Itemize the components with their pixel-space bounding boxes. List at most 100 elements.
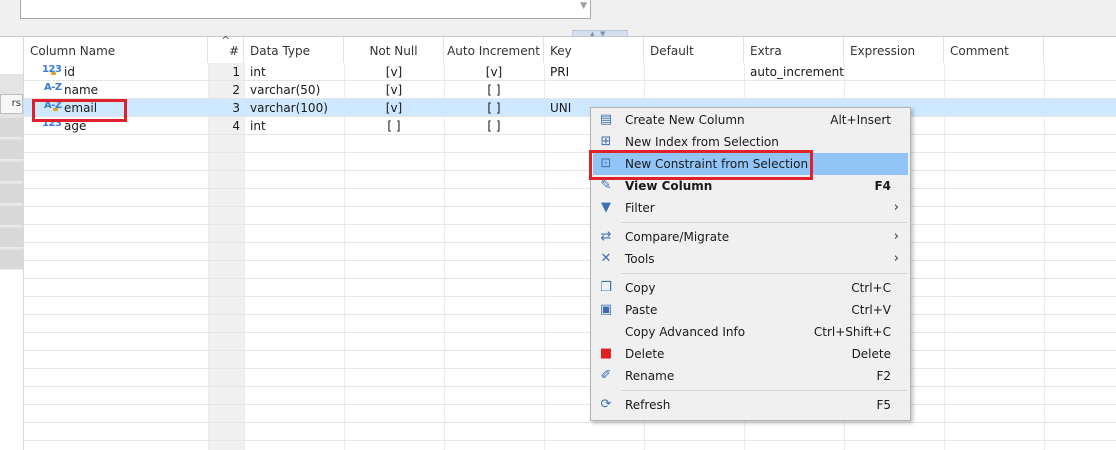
auto-increment-checkbox[interactable]: [ ] <box>444 99 544 117</box>
side-tab[interactable] <box>0 162 23 182</box>
table-row[interactable]: 123 age 4 int [ ] [ ] <box>24 117 1116 135</box>
menu-item-label: Paste <box>625 303 658 317</box>
header-column-name[interactable]: Column Name <box>24 37 208 63</box>
not-null-checkbox[interactable]: [ ] <box>344 117 444 135</box>
side-tab[interactable] <box>0 140 23 160</box>
side-tab-strip: rs <box>0 74 23 270</box>
column-name[interactable]: id <box>64 63 204 81</box>
key[interactable]: PRI <box>550 63 644 81</box>
menu-item-create-new-column[interactable]: ▤ Create New Column Alt+Insert <box>593 109 908 131</box>
menu-item-new-constraint[interactable]: ⊡ New Constraint from Selection <box>593 153 908 175</box>
header-extra[interactable]: Extra <box>744 37 844 63</box>
menu-item-label: Tools <box>625 252 655 266</box>
row-number: 2 <box>232 83 240 97</box>
empty-row <box>24 387 1116 405</box>
menu-item-label: Refresh <box>625 398 671 412</box>
side-tab[interactable] <box>0 118 23 138</box>
menu-item-shortcut: F5 <box>876 398 891 412</box>
header-data-type[interactable]: Data Type <box>244 37 344 63</box>
data-type[interactable]: int <box>250 117 344 135</box>
menu-item-new-index[interactable]: ⊞ New Index from Selection <box>593 131 908 153</box>
menu-item-label: Delete <box>625 347 665 361</box>
menu-item-compare-migrate[interactable]: ⇄ Compare/Migrate › <box>593 226 908 248</box>
index-icon: ⊞ <box>600 134 612 149</box>
side-tab-columns[interactable]: rs <box>0 94 23 114</box>
filter-icon: ▼ <box>601 200 611 215</box>
not-null-checkbox[interactable]: [v] <box>344 99 444 117</box>
menu-item-label: New Index from Selection <box>625 135 779 149</box>
context-menu: ▤ Create New Column Alt+Insert ⊞ New Ind… <box>590 107 911 421</box>
submenu-arrow-icon: › <box>893 251 899 266</box>
extra[interactable]: auto_increment <box>750 63 844 81</box>
menu-item-shortcut: F2 <box>876 369 891 383</box>
empty-row <box>24 369 1116 387</box>
side-tab-label: rs <box>11 98 21 109</box>
numeric-key-icon: 123 <box>42 64 62 75</box>
key[interactable] <box>550 81 644 99</box>
menu-separator <box>621 222 907 223</box>
menu-item-label: Filter <box>625 201 655 215</box>
side-tab[interactable] <box>0 206 23 226</box>
grid-header: Column Name # ^ Data Type Not Null Auto … <box>24 34 1116 63</box>
empty-row <box>24 153 1116 171</box>
description-textarea[interactable]: ▼ <box>20 0 591 19</box>
auto-increment-checkbox[interactable]: [ ] <box>444 81 544 99</box>
header-auto-increment[interactable]: Auto Increment <box>444 37 544 63</box>
menu-separator <box>621 390 907 391</box>
table-row-selected[interactable]: A-Z email 3 varchar(100) [v] [ ] UNI <box>24 99 1116 117</box>
column-name[interactable]: email <box>64 99 204 117</box>
menu-item-delete[interactable]: ■ Delete Delete <box>593 343 908 365</box>
menu-item-shortcut: Ctrl+V <box>851 303 891 317</box>
empty-row <box>24 333 1116 351</box>
header-key[interactable]: Key <box>544 37 644 63</box>
auto-increment-checkbox[interactable]: [ ] <box>444 117 544 135</box>
menu-item-paste[interactable]: ▣ Paste Ctrl+V <box>593 299 908 321</box>
top-panel: ▼ ▲▼ <box>0 0 1116 39</box>
empty-row <box>24 297 1116 315</box>
menu-item-tools[interactable]: ✕ Tools › <box>593 248 908 270</box>
menu-item-filter[interactable]: ▼ Filter › <box>593 197 908 219</box>
rename-icon: ✐ <box>600 368 612 383</box>
side-tab[interactable] <box>0 228 23 248</box>
menu-item-label: View Column <box>625 179 713 193</box>
menu-item-rename[interactable]: ✐ Rename F2 <box>593 365 908 387</box>
scroll-down-arrow-icon[interactable]: ▼ <box>580 1 587 11</box>
auto-increment-checkbox[interactable]: [v] <box>444 63 544 81</box>
refresh-icon: ⟳ <box>600 397 612 412</box>
default[interactable] <box>650 63 744 81</box>
header-comment[interactable]: Comment <box>944 37 1044 63</box>
menu-item-shortcut: Ctrl+C <box>851 281 891 295</box>
menu-item-label: Copy Advanced Info <box>625 325 746 339</box>
empty-row <box>24 243 1116 261</box>
menu-separator <box>621 273 907 274</box>
row-number: 1 <box>232 65 240 79</box>
not-null-checkbox[interactable]: [v] <box>344 63 444 81</box>
side-tab[interactable] <box>0 184 23 204</box>
column-name[interactable]: age <box>64 117 204 135</box>
empty-row <box>24 315 1116 333</box>
menu-item-copy[interactable]: ❐ Copy Ctrl+C <box>593 277 908 299</box>
columns-grid: Column Name # ^ Data Type Not Null Auto … <box>24 34 1116 450</box>
header-not-null[interactable]: Not Null <box>344 37 444 63</box>
menu-item-refresh[interactable]: ⟳ Refresh F5 <box>593 394 908 416</box>
menu-item-copy-advanced-info[interactable]: Copy Advanced Info Ctrl+Shift+C <box>593 321 908 343</box>
menu-item-view-column[interactable]: ✎ View Column F4 <box>593 175 908 197</box>
menu-item-shortcut: Alt+Insert <box>830 113 891 127</box>
pencil-icon: ✎ <box>600 178 612 193</box>
empty-row <box>24 423 1116 441</box>
sort-up-icon: ^ <box>221 34 231 47</box>
menu-item-label: New Constraint from Selection <box>625 157 809 171</box>
menu-item-label: Compare/Migrate <box>625 230 730 244</box>
data-type[interactable]: int <box>250 63 344 81</box>
not-null-checkbox[interactable]: [v] <box>344 81 444 99</box>
table-row[interactable]: A-Z name 2 varchar(50) [v] [ ] <box>24 81 1116 99</box>
menu-item-shortcut: Delete <box>851 347 891 361</box>
side-tab[interactable] <box>0 250 23 270</box>
data-type[interactable]: varchar(50) <box>250 81 344 99</box>
header-default[interactable]: Default <box>644 37 744 63</box>
empty-row <box>24 261 1116 279</box>
table-row[interactable]: 123 id 1 int [v] [v] PRI auto_increment <box>24 63 1116 81</box>
data-type[interactable]: varchar(100) <box>250 99 344 117</box>
header-expression[interactable]: Expression <box>844 37 944 63</box>
column-name[interactable]: name <box>64 81 204 99</box>
